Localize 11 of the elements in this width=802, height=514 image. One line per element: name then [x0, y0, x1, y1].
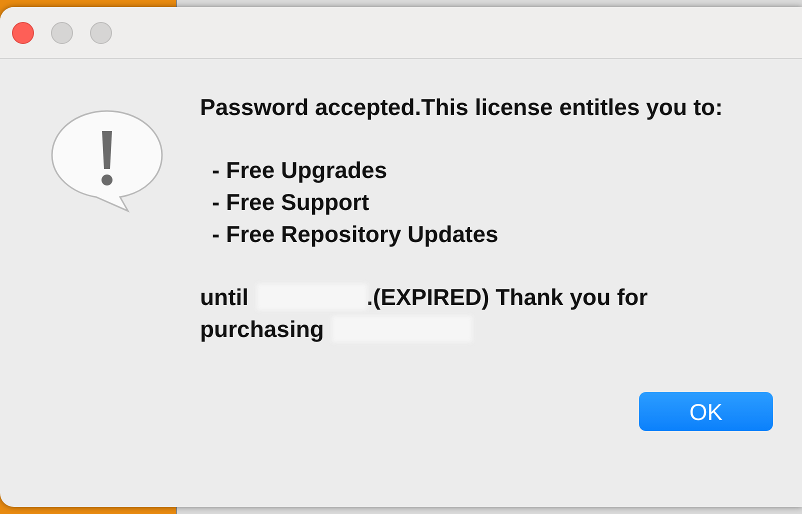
window-button[interactable]	[90, 22, 112, 44]
message-text: purchasing	[200, 315, 324, 344]
ok-button[interactable]: OK	[639, 392, 773, 431]
window-button[interactable]	[51, 22, 73, 44]
message-text: .(EXPIRED) Thank you for	[366, 283, 648, 312]
message-text: until	[200, 283, 249, 312]
message-text: Password accepted.This license entitles you to:	[200, 93, 724, 122]
benefit-item: - Free Upgrades	[212, 156, 388, 185]
benefit-item: - Free Repository Updates	[212, 220, 500, 249]
close-button[interactable]	[12, 22, 34, 44]
benefit-item: - Free Support	[212, 188, 370, 217]
